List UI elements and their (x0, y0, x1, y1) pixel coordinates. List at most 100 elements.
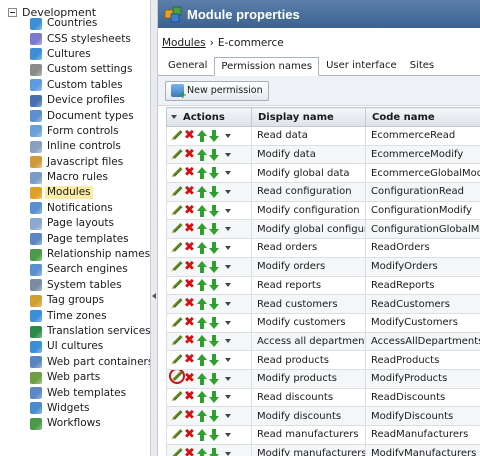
row-menu-icon[interactable] (225, 133, 231, 138)
tree-item-page-templates[interactable]: Page templates (30, 231, 150, 246)
tree-item-time-zones[interactable]: Time zones (30, 308, 150, 323)
edit-icon[interactable] (168, 427, 184, 443)
tree-item-custom-tables[interactable]: Custom tables (30, 78, 150, 93)
row-menu-icon[interactable] (225, 171, 231, 176)
move-up-icon[interactable] (197, 148, 207, 161)
tree-item-ui-cultures[interactable]: UI cultures (30, 339, 150, 354)
tree-item-form-controls[interactable]: Form controls (30, 124, 150, 139)
row-menu-icon[interactable] (225, 208, 231, 213)
row-menu-icon[interactable] (225, 432, 231, 437)
tree-item-css-stylesheets[interactable]: CSS stylesheets (30, 31, 150, 46)
move-down-icon[interactable] (209, 316, 219, 329)
row-menu-icon[interactable] (225, 189, 231, 194)
tab-general[interactable]: General (162, 57, 213, 75)
tree-item-page-layouts[interactable]: Page layouts (30, 216, 150, 231)
tree-item-countries[interactable]: Countries (30, 16, 150, 31)
edit-icon[interactable] (168, 240, 184, 256)
move-down-icon[interactable] (209, 335, 219, 348)
move-up-icon[interactable] (197, 129, 207, 142)
move-down-icon[interactable] (209, 185, 219, 198)
move-down-icon[interactable] (209, 223, 219, 236)
move-down-icon[interactable] (209, 298, 219, 311)
delete-icon[interactable]: ✖ (184, 372, 195, 385)
edit-icon[interactable] (168, 202, 184, 218)
tab-user-interface[interactable]: User interface (320, 57, 403, 75)
move-up-icon[interactable] (197, 241, 207, 254)
delete-icon[interactable]: ✖ (184, 353, 195, 366)
delete-icon[interactable]: ✖ (184, 148, 195, 161)
row-menu-icon[interactable] (225, 339, 231, 344)
breadcrumb-link-modules[interactable]: Modules (162, 37, 206, 49)
move-down-icon[interactable] (209, 391, 219, 404)
edit-icon[interactable] (168, 277, 184, 293)
delete-icon[interactable]: ✖ (184, 185, 195, 198)
move-up-icon[interactable] (197, 223, 207, 236)
move-down-icon[interactable] (209, 241, 219, 254)
tree-item-tag-groups[interactable]: Tag groups (30, 293, 150, 308)
move-down-icon[interactable] (209, 447, 219, 456)
tree-item-workflows[interactable]: Workflows (30, 416, 150, 431)
edit-icon[interactable] (168, 259, 184, 275)
row-menu-icon[interactable] (225, 376, 231, 381)
tree-item-web-part-containers[interactable]: Web part containers (30, 355, 150, 370)
row-menu-icon[interactable] (225, 152, 231, 157)
delete-icon[interactable]: ✖ (184, 447, 195, 456)
move-down-icon[interactable] (209, 372, 219, 385)
move-up-icon[interactable] (197, 298, 207, 311)
row-menu-icon[interactable] (225, 395, 231, 400)
move-up-icon[interactable] (197, 410, 207, 423)
column-header-actions[interactable]: Actions (166, 107, 252, 127)
edit-icon[interactable] (168, 184, 184, 200)
tree-item-search-engines[interactable]: Search engines (30, 262, 150, 277)
tree-item-document-types[interactable]: Document types (30, 108, 150, 123)
column-header-code-name[interactable]: Code name (365, 107, 480, 127)
tree-item-macro-rules[interactable]: Macro rules (30, 170, 150, 185)
edit-icon[interactable] (168, 165, 184, 181)
move-down-icon[interactable] (209, 167, 219, 180)
tree-item-cultures[interactable]: Cultures (30, 47, 150, 62)
move-up-icon[interactable] (197, 391, 207, 404)
edit-icon[interactable] (168, 296, 184, 312)
tree-item-inline-controls[interactable]: Inline controls (30, 139, 150, 154)
tree-item-javascript-files[interactable]: Javascript files (30, 155, 150, 170)
row-menu-icon[interactable] (225, 414, 231, 419)
row-menu-icon[interactable] (225, 302, 231, 307)
move-down-icon[interactable] (209, 410, 219, 423)
row-menu-icon[interactable] (225, 451, 231, 456)
tree-item-device-profiles[interactable]: Device profiles (30, 93, 150, 108)
move-up-icon[interactable] (197, 335, 207, 348)
move-up-icon[interactable] (197, 204, 207, 217)
row-menu-icon[interactable] (225, 283, 231, 288)
tree-item-translation-services[interactable]: Translation services (30, 324, 150, 339)
delete-icon[interactable]: ✖ (184, 166, 195, 179)
edit-icon[interactable] (168, 146, 184, 162)
delete-icon[interactable]: ✖ (184, 428, 195, 441)
tree-item-modules[interactable]: Modules (30, 185, 150, 200)
move-up-icon[interactable] (197, 447, 207, 456)
tab-sites[interactable]: Sites (404, 57, 440, 75)
tree-item-system-tables[interactable]: System tables (30, 278, 150, 293)
tab-permission-names[interactable]: Permission names (214, 57, 320, 76)
move-down-icon[interactable] (209, 428, 219, 441)
move-up-icon[interactable] (197, 279, 207, 292)
edit-icon[interactable] (168, 128, 184, 144)
move-up-icon[interactable] (197, 167, 207, 180)
actions-menu-icon[interactable] (171, 114, 177, 119)
delete-icon[interactable]: ✖ (184, 390, 195, 403)
move-up-icon[interactable] (197, 316, 207, 329)
delete-icon[interactable]: ✖ (184, 409, 195, 422)
row-menu-icon[interactable] (225, 358, 231, 363)
edit-icon[interactable] (168, 315, 184, 331)
delete-icon[interactable]: ✖ (184, 222, 195, 235)
move-down-icon[interactable] (209, 354, 219, 367)
tree-item-notifications[interactable]: Notifications (30, 201, 150, 216)
edit-icon[interactable] (168, 221, 184, 237)
collapse-arrow-icon[interactable] (152, 293, 156, 299)
new-permission-button[interactable]: New permission (165, 80, 269, 101)
collapse-icon[interactable] (8, 7, 17, 17)
pane-splitter[interactable] (150, 0, 158, 456)
delete-icon[interactable]: ✖ (184, 316, 195, 329)
move-up-icon[interactable] (197, 428, 207, 441)
edit-icon[interactable] (168, 389, 184, 405)
move-down-icon[interactable] (209, 204, 219, 217)
